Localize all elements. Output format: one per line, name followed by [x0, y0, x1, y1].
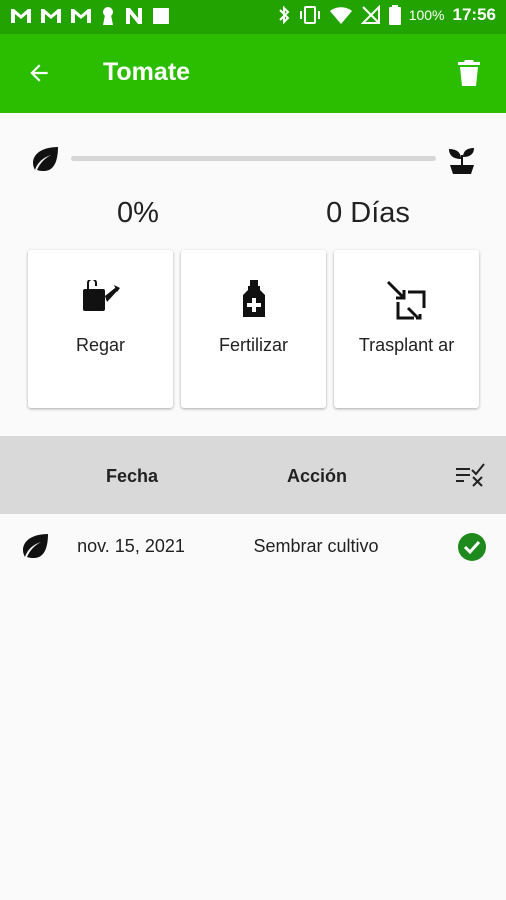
battery-percent: 100% — [408, 7, 445, 23]
transplant-icon — [334, 280, 479, 322]
leaf-icon — [32, 146, 60, 177]
column-header-action: Acción — [286, 466, 347, 486]
sprout-icon — [447, 145, 477, 180]
column-header-date: Fecha — [105, 466, 159, 486]
growth-progress-bar — [71, 156, 436, 161]
check-circle-icon — [457, 532, 487, 567]
system-icons: 100% 17:56 — [277, 5, 496, 25]
gmail-icon — [41, 9, 61, 23]
days-count: 0 Días — [326, 197, 410, 229]
battery-icon — [388, 5, 401, 25]
vibrate-icon — [299, 6, 320, 24]
transplant-label: Trasplant ar — [358, 335, 455, 355]
fertilize-label: Fertilizar — [218, 335, 288, 355]
transplant-button[interactable]: Trasplant ar — [334, 250, 479, 408]
keyhole-icon — [103, 7, 113, 25]
back-button[interactable] — [22, 56, 56, 90]
no-signal-icon — [360, 5, 380, 24]
bluetooth-icon — [278, 5, 290, 25]
checklist-icon[interactable] — [455, 462, 485, 493]
row-action: Sembrar cultivo — [253, 536, 379, 556]
fertilizer-bottle-icon — [181, 280, 326, 318]
arrow-left-icon — [30, 64, 48, 82]
square-icon — [153, 8, 169, 24]
fertilize-button[interactable]: Fertilizar — [181, 250, 326, 408]
row-date: nov. 15, 2021 — [77, 536, 185, 556]
n-app-icon — [126, 8, 142, 24]
status-bar: 100% 17:56 — [0, 0, 506, 34]
gmail-icon — [11, 9, 31, 23]
history-table-header: Fecha Acción — [0, 436, 506, 514]
delete-button[interactable] — [452, 56, 486, 90]
clock: 17:56 — [452, 5, 496, 24]
trash-icon — [458, 60, 480, 86]
growth-summary: 0% 0 Días Regar Fertilizar Trasplant ar — [0, 113, 506, 436]
watering-can-icon — [28, 280, 173, 314]
gmail-icon — [71, 9, 91, 23]
water-label: Regar — [75, 335, 126, 355]
leaf-icon — [22, 533, 50, 564]
growth-percent: 0% — [117, 197, 159, 229]
table-row[interactable]: nov. 15, 2021 Sembrar cultivo — [0, 514, 506, 578]
notification-icons — [10, 6, 170, 26]
app-bar: Tomate — [0, 34, 506, 113]
wifi-icon — [329, 7, 352, 24]
water-button[interactable]: Regar — [28, 250, 173, 408]
page-title: Tomate — [103, 58, 191, 86]
